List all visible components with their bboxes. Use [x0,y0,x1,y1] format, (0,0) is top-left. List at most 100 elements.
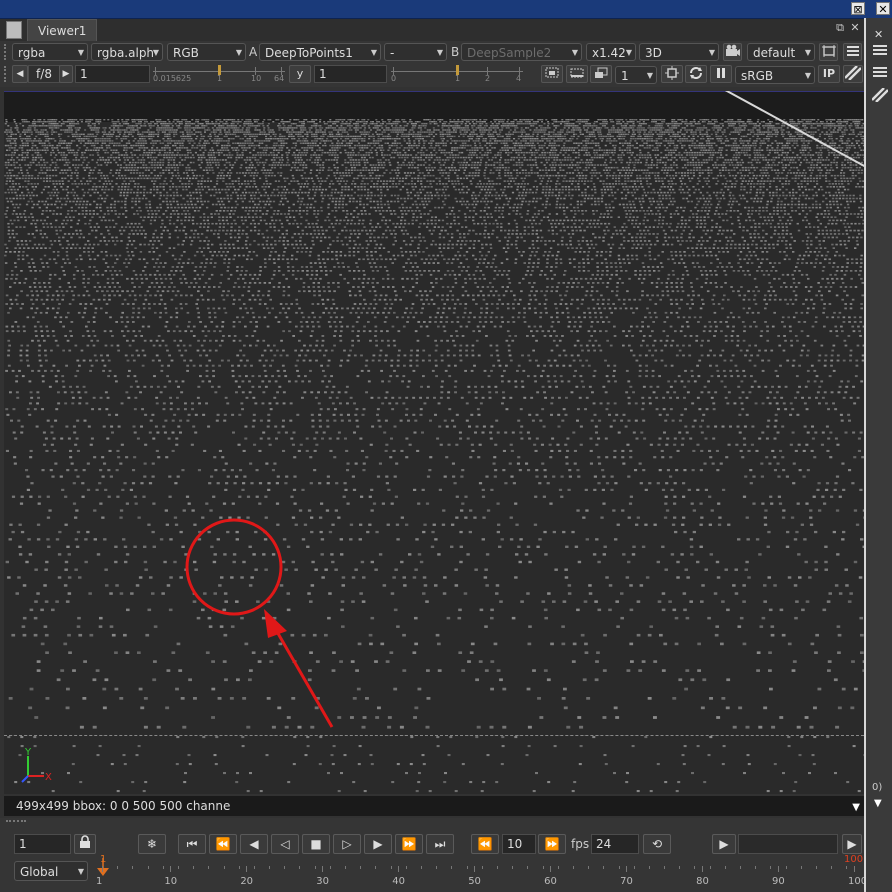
view-mode-value: 3D [645,46,662,60]
refresh-icon[interactable] [685,65,707,83]
play-backward-icon[interactable]: ◁ [271,834,299,854]
range-mode-dropdown[interactable]: Global ▼ [14,861,88,881]
grip-handle[interactable] [6,820,26,830]
fstop-up-icon[interactable]: ▶ [59,65,73,83]
channels-dropdown[interactable]: rgba ▼ [12,43,88,61]
close-icon[interactable]: ✕ [874,28,888,42]
proxy-mode-icon[interactable] [590,65,612,83]
chevron-down-icon: ▼ [77,48,84,57]
ruler-label: 70 [620,876,633,887]
zoom-value: x1.42 [592,46,626,60]
ruler-label: 10 [164,876,178,887]
input-b-dropdown[interactable]: DeepSample2 ▼ [461,43,582,61]
overlay-stripes-icon[interactable] [871,87,890,104]
input-b-label: B [451,45,460,59]
ruler-tick [778,866,780,872]
clipping-warning-icon[interactable] [566,65,588,83]
panel-menu-icon[interactable] [6,21,22,39]
ruler-minor-tick [588,866,590,869]
input-process-button[interactable]: IP [818,65,840,83]
skip-back-icon[interactable]: ⏪ [471,834,499,854]
close-window-button[interactable]: ✕ [876,2,890,16]
info-expand-icon[interactable]: ▼ [852,798,860,818]
chevron-down-icon: ▼ [625,48,632,57]
menu-lines-icon[interactable] [872,43,890,59]
gain-tick-label: 0.015625 [153,74,192,83]
viewer-toolbar-top: rgba ▼ rgba.alph ▼ RGB ▼ A DeepToPoints1 ▼ -… [0,41,864,63]
ruler-tick [702,866,704,872]
region-select-icon[interactable] [541,65,563,83]
float-panel-icon[interactable]: ⧉ [834,22,846,34]
skip-forward-icon[interactable]: ⏩ [538,834,566,854]
stop-icon[interactable]: ■ [302,834,330,854]
wipe-operation-dropdown[interactable]: - ▼ [384,43,447,61]
axis-gizmo: Y X [21,747,52,783]
range-end-icon[interactable]: ▶ [842,834,862,854]
gain-slider[interactable]: 0.015625 1 10 64 [153,65,285,83]
grip-handle[interactable] [4,44,9,60]
frame-range-field[interactable] [738,834,838,854]
zoom-dropdown[interactable]: x1.42 ▼ [586,43,636,61]
ruler-minor-tick [770,866,772,869]
gain-tick-label: 10 [251,74,262,83]
viewer-toolbar-bottom: ◀ f/8 ▶ 1 0.015625 1 10 64 y 1 0 1 2 4 1… [0,63,864,87]
snowflake-icon[interactable]: ❄ [138,834,166,854]
lock-icon[interactable] [74,834,96,854]
goto-first-icon[interactable]: ⏮ [178,834,206,854]
ruler-minor-tick [542,866,544,869]
grip-handle[interactable] [4,66,9,82]
input-a-dropdown[interactable]: DeepToPoints1 ▼ [259,43,381,61]
display-channel-dropdown[interactable]: RGB ▼ [167,43,246,61]
play-forward-icon[interactable]: ▷ [333,834,361,854]
proxy-level-dropdown[interactable]: 1 ▼ [615,66,657,84]
ruler-label: 60 [544,876,557,887]
flipbook-icon[interactable]: ▶ [712,834,736,854]
ruler-minor-tick [755,866,757,869]
current-frame-field[interactable]: 1 [14,834,71,854]
alpha-channel-dropdown[interactable]: rgba.alph ▼ [91,43,163,61]
settings-menu-icon[interactable] [843,43,862,61]
ruler-minor-tick [162,866,164,869]
colorspace-lut-dropdown[interactable]: sRGB ▼ [735,66,815,84]
gamma-field[interactable]: 1 [314,65,387,83]
fstop-field[interactable]: f/8 [28,65,60,83]
maximize-button[interactable]: ⊠ [851,2,865,16]
viewer-lower-area: Y X [4,736,864,794]
gamma-slider[interactable]: 0 1 2 4 [391,65,523,83]
right-side-panel: ✕ 0) ▼ [864,18,892,892]
tab-viewer1[interactable]: Viewer1 [27,19,97,41]
ruler-minor-tick [816,866,818,869]
ruler-tick [626,866,628,872]
menu-lines-icon[interactable] [872,65,890,81]
ruler-minor-tick [785,866,787,869]
view-mode-dropdown[interactable]: 3D ▼ [639,43,719,61]
gamma-button[interactable]: y [289,65,311,83]
right-strip-label: 0) [872,782,883,793]
step-back-icon[interactable]: ◀ [240,834,268,854]
prev-keyframe-icon[interactable]: ⏪ [209,834,237,854]
camera-dropdown[interactable]: default ▼ [747,43,815,61]
goto-last-icon[interactable]: ⏭ [426,834,454,854]
fstop-down-icon[interactable]: ◀ [12,65,28,83]
close-panel-icon[interactable]: ✕ [849,22,861,34]
gain-field[interactable]: 1 [75,65,150,83]
ruler-minor-tick [633,866,635,869]
ruler-label: 80 [696,876,709,887]
timeline-ruler[interactable]: 1 100 1 10 20 30 40 50 60 70 80 90 100 [92,854,867,892]
viewer-canvas[interactable] [4,91,864,736]
next-keyframe-icon[interactable]: ⏩ [395,834,423,854]
ruler-minor-tick [648,866,650,869]
camera-icon[interactable] [723,43,742,61]
ruler-minor-tick [117,866,119,869]
ruler-tick [246,866,248,872]
frame-step-field[interactable]: 10 [502,834,536,854]
overlay-stripes-icon[interactable] [843,65,863,83]
ruler-minor-tick [223,866,225,869]
fps-field[interactable]: 24 [591,834,639,854]
loop-icon[interactable]: ⟲ [643,834,671,854]
pause-icon[interactable] [710,65,732,83]
step-forward-icon[interactable]: ▶ [364,834,392,854]
roi-icon[interactable] [819,43,838,61]
expand-icon[interactable]: ▼ [874,798,882,809]
roi-crop-icon[interactable] [661,65,683,83]
